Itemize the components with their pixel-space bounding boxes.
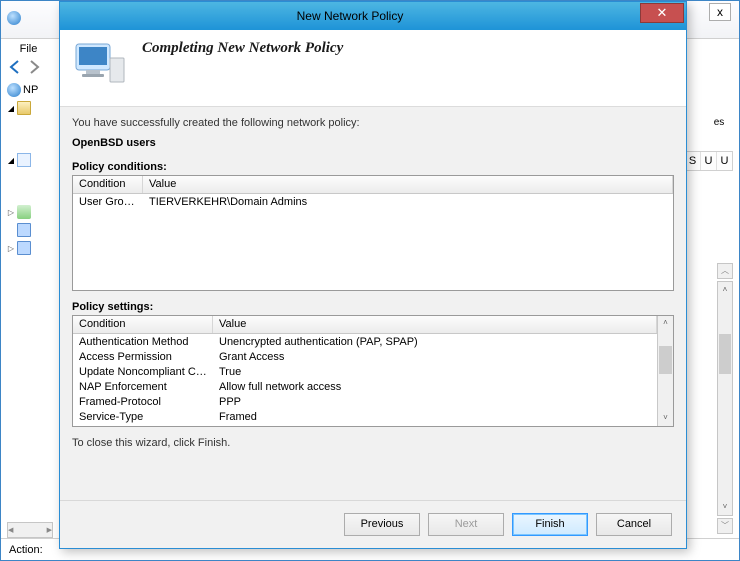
new-network-policy-wizard: New Network Policy ✕ Completing New Netw… [59, 1, 687, 549]
table-row[interactable]: Access PermissionGrant Access [73, 350, 657, 365]
table-row[interactable]: Update Noncompliant ClientsTrue [73, 365, 657, 380]
back-icon[interactable] [7, 59, 25, 75]
cell-condition: Access Permission [73, 350, 213, 365]
globe-icon [7, 83, 21, 97]
tree-root-label: NP [23, 84, 38, 96]
conditions-label: Policy conditions: [72, 161, 674, 173]
cell-condition: Update Noncompliant Clients [73, 365, 213, 380]
cell-condition: Framed-Protocol [73, 395, 213, 410]
table-row[interactable]: Framed-ProtocolPPP [73, 395, 657, 410]
forward-icon[interactable] [26, 59, 44, 75]
cell-value: True [213, 365, 657, 380]
dialog-close-button[interactable]: ✕ [640, 3, 684, 23]
col-value[interactable]: Value [213, 316, 657, 333]
bg-header-fragment: es [707, 117, 731, 128]
dialog-titlebar[interactable]: New Network Policy ✕ [60, 2, 686, 30]
wizard-header: Completing New Network Policy [60, 30, 686, 107]
col-u: U [700, 152, 716, 170]
nav-tree[interactable]: NP ◢ ◢ ▷ ▷ [7, 81, 53, 257]
bg-list-columns: S U U [683, 151, 733, 171]
close-note: To close this wizard, click Finish. [72, 437, 674, 449]
col-u2: U [716, 152, 732, 170]
conditions-header: Condition Value [73, 176, 673, 194]
scroll-up-icon[interactable]: ︿ [717, 263, 733, 279]
scroll-up-icon[interactable]: ˄ [658, 316, 673, 331]
scroll-down-icon[interactable]: ﹀ [717, 518, 733, 534]
dialog-footer: Previous Next Finish Cancel [60, 500, 686, 548]
wizard-monitor-icon [72, 40, 130, 88]
cell-value: PPP [213, 395, 657, 410]
previous-button[interactable]: Previous [344, 513, 420, 536]
scroll-thumb[interactable] [659, 346, 672, 374]
templates-icon [17, 241, 31, 255]
intro-text: You have successfully created the follow… [72, 117, 674, 129]
finish-button[interactable]: Finish [512, 513, 588, 536]
dialog-title: New Network Policy [60, 9, 640, 23]
settings-label: Policy settings: [72, 301, 674, 313]
folder-icon [17, 101, 31, 115]
scroll-down-icon[interactable]: ˅ [658, 411, 673, 426]
dialog-body: Completing New Network Policy You have s… [60, 30, 686, 500]
cell-value: Allow full network access [213, 380, 657, 395]
bg-vscroll[interactable]: ˄ ˅ [717, 281, 733, 516]
scroll-thumb[interactable] [719, 334, 731, 374]
cell-condition: Service-Type [73, 410, 213, 425]
settings-header: Condition Value [73, 316, 657, 334]
app-icon [7, 11, 21, 25]
expand-icon[interactable]: ▷ [7, 244, 15, 253]
bg-close-button[interactable]: x [709, 3, 731, 21]
conditions-table[interactable]: Condition Value User GroupsTIERVERKEHR\D… [72, 175, 674, 291]
scroll-down-icon[interactable]: ˅ [718, 499, 732, 515]
cell-value: TIERVERKEHR\Domain Admins [143, 195, 673, 210]
bg-hscroll[interactable]: ◀▶ [7, 522, 53, 538]
cell-condition: Authentication Method [73, 335, 213, 350]
cell-value: Framed [213, 410, 657, 425]
nap-icon [17, 205, 31, 219]
scroll-up-icon[interactable]: ˄ [718, 282, 732, 298]
col-condition[interactable]: Condition [73, 316, 213, 333]
cell-condition: NAP Enforcement [73, 380, 213, 395]
table-row[interactable]: User GroupsTIERVERKEHR\Domain Admins [73, 195, 673, 210]
accounting-icon [17, 223, 31, 237]
settings-table[interactable]: ˄ ˅ Condition Value Authentication Metho… [72, 315, 674, 427]
next-button: Next [428, 513, 504, 536]
cancel-button[interactable]: Cancel [596, 513, 672, 536]
table-row[interactable]: NAP EnforcementAllow full network access [73, 380, 657, 395]
col-condition[interactable]: Condition [73, 176, 143, 193]
nav-arrows [7, 59, 42, 78]
mmc-window: x File NP ◢ ◢ ▷ ▷ es S U U ︿ ˄ ˅ ﹀ ◀▶ Ac… [0, 0, 740, 561]
expand-icon[interactable]: ◢ [7, 104, 15, 113]
cell-condition: User Groups [73, 195, 143, 210]
cell-value: Grant Access [213, 350, 657, 365]
expand-icon[interactable]: ◢ [7, 156, 15, 165]
col-value[interactable]: Value [143, 176, 673, 193]
cell-value: Unencrypted authentication (PAP, SPAP) [213, 335, 657, 350]
wizard-heading: Completing New Network Policy [142, 40, 343, 57]
table-row[interactable]: Service-TypeFramed [73, 410, 657, 425]
menu-file[interactable]: File [1, 39, 56, 59]
policies-icon [17, 153, 31, 167]
settings-scrollbar[interactable]: ˄ ˅ [657, 316, 673, 426]
policy-name: OpenBSD users [72, 137, 674, 149]
expand-icon[interactable]: ▷ [7, 208, 15, 217]
table-row[interactable]: Authentication MethodUnencrypted authent… [73, 335, 657, 350]
